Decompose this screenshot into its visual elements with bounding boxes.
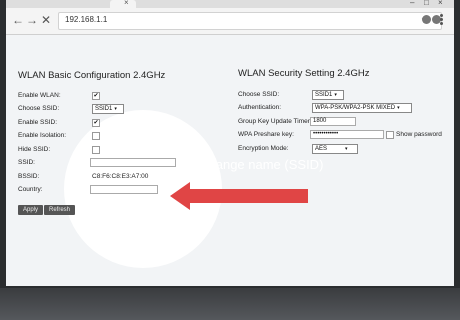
enable-isolation-label: Enable Isolation: <box>18 132 67 139</box>
browser-tab[interactable] <box>110 0 136 8</box>
authentication-label: Authentication: <box>238 104 282 111</box>
router-settings-page: WLAN Basic Configuration 2.4GHz Enable W… <box>6 35 454 286</box>
encryption-mode-select[interactable]: AES ▾ <box>312 144 358 154</box>
back-arrow-icon[interactable]: ← <box>12 13 24 27</box>
security-choose-ssid-label: Choose SSID: <box>238 91 280 98</box>
forward-arrow-icon[interactable]: → <box>26 13 38 27</box>
annotation-text: change name (SSID) <box>202 157 324 172</box>
choose-ssid-value: SSID1 <box>95 106 113 112</box>
apply-button[interactable]: Apply <box>18 205 44 215</box>
authentication-value: WPA-PSK/WPA2-PSK MIXED <box>315 105 396 111</box>
show-password-label: Show password <box>396 131 442 138</box>
country-label: Country: <box>18 186 43 193</box>
enable-isolation-checkbox[interactable] <box>92 132 100 140</box>
address-bar[interactable]: 192.168.1.1 ★ <box>58 12 442 30</box>
group-key-timer-value: 1800 <box>313 118 327 124</box>
enable-ssid-checkbox[interactable]: ✔ <box>92 119 100 127</box>
dropdown-arrow-icon: ▾ <box>114 106 117 112</box>
choose-ssid-select[interactable]: SSID1 ▾ <box>92 104 124 114</box>
tab-close-icon[interactable]: × <box>124 0 129 7</box>
browser-window: × – □ × ← → ✕ 192.168.1.1 ★ WLAN Basic C… <box>6 0 454 286</box>
maximize-icon[interactable]: □ <box>424 0 429 7</box>
encryption-mode-value: AES <box>315 146 328 152</box>
enable-wlan-checkbox[interactable]: ✔ <box>92 92 100 100</box>
enable-wlan-label: Enable WLAN: <box>18 92 61 99</box>
authentication-select[interactable]: WPA-PSK/WPA2-PSK MIXED ▾ <box>312 103 412 113</box>
laptop-base <box>0 288 460 320</box>
tab-strip: × – □ × <box>6 0 454 8</box>
close-icon[interactable]: ✕ <box>41 13 51 27</box>
url-text: 192.168.1.1 <box>65 15 108 24</box>
enable-ssid-label: Enable SSID: <box>18 119 58 126</box>
dropdown-arrow-icon: ▾ <box>397 105 400 111</box>
wlan-security-title: WLAN Security Setting 2.4GHz <box>238 68 370 79</box>
preshare-key-value: •••••••••••• <box>313 131 339 137</box>
refresh-button[interactable]: Refresh <box>44 205 76 215</box>
bssid-label: BSSID: <box>18 173 40 180</box>
security-ssid-value: SSID1 <box>315 92 333 98</box>
country-input[interactable] <box>90 185 158 194</box>
dropdown-arrow-icon: ▾ <box>345 146 348 152</box>
group-key-timer-label: Group Key Update Timer: <box>238 118 312 125</box>
wpa-preshare-key-label: WPA Preshare key: <box>238 131 294 138</box>
dropdown-arrow-icon: ▾ <box>334 92 337 98</box>
show-password-checkbox[interactable] <box>386 131 394 139</box>
wlan-basic-title: WLAN Basic Configuration 2.4GHz <box>18 70 166 81</box>
more-menu-icon[interactable] <box>440 14 443 25</box>
ssid-label: SSID: <box>18 159 35 166</box>
hide-ssid-checkbox[interactable] <box>92 146 100 154</box>
ssid-input[interactable] <box>90 158 176 167</box>
browser-toolbar: × – □ × ← → ✕ 192.168.1.1 ★ <box>6 0 454 35</box>
annotation-arrow <box>170 182 308 210</box>
group-key-timer-input[interactable]: 1800 <box>310 117 356 126</box>
close-window-icon[interactable]: × <box>438 0 443 7</box>
bssid-value: C8:F6:C8:E3:A7:00 <box>92 173 149 180</box>
encryption-mode-label: Encryption Mode: <box>238 145 289 152</box>
hide-ssid-label: Hide SSID: <box>18 146 51 153</box>
extension-icon[interactable] <box>422 15 431 24</box>
wpa-preshare-key-input[interactable]: •••••••••••• <box>310 130 384 139</box>
choose-ssid-label: Choose SSID: <box>18 105 60 112</box>
minimize-icon[interactable]: – <box>410 0 414 7</box>
security-ssid-select[interactable]: SSID1 ▾ <box>312 90 344 100</box>
